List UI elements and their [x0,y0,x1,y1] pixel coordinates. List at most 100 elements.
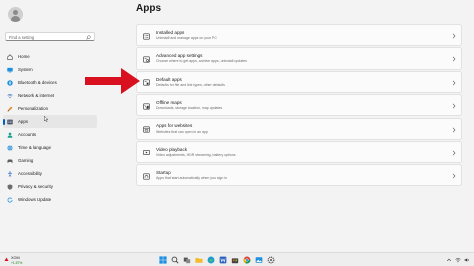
chrome-icon[interactable] [242,256,251,265]
chevron-right-icon [452,173,456,179]
sidebar-item-label: Accessibility [18,171,42,176]
installed-apps-icon [143,33,150,40]
wifi-icon[interactable] [455,257,461,263]
sidebar-item-label: Bluetooth & devices [18,80,57,85]
sidebar-item-apps[interactable]: Apps [3,115,97,128]
chevron-right-icon [452,150,456,156]
card-description: Video adjustments, HDR streaming, batter… [156,152,236,157]
search-placeholder: Find a setting [9,35,35,40]
settings-icon[interactable] [266,256,275,265]
bluetooth-icon [7,79,13,86]
card-description: Uninstall and manage apps on your PC [156,36,217,40]
card-installed-apps[interactable]: Installed apps Uninstall and manage apps… [136,24,462,47]
system-icon [7,67,13,73]
apps-for-websites-icon [143,126,150,133]
search-icon [86,35,91,40]
card-apps-for-websites[interactable]: Apps for websites Websites that can open… [136,117,462,140]
file-explorer-icon[interactable] [194,256,203,265]
card-video-playback[interactable]: Video playback Video adjustments, HDR st… [136,140,462,164]
card-title: Apps for websites [156,123,193,129]
edge-icon[interactable] [206,256,215,265]
sidebar-item-label: Apps [18,119,29,124]
sidebar-item-label: Privacy & security [18,184,53,189]
sidebar-item-label: Home [18,54,30,59]
offline-maps-icon [143,103,150,110]
mouse-cursor-icon [44,116,49,122]
page-title: Apps [136,3,161,14]
card-description: Websites that can open in an app [156,129,208,134]
start-icon[interactable] [158,256,167,265]
gaming-icon [7,158,13,164]
card-advanced-app-settings[interactable]: Advanced app settings Choose where to ge… [136,47,462,70]
sidebar-item-accessibility[interactable]: Accessibility [3,167,97,180]
network-icon [7,93,13,99]
word-icon[interactable] [218,256,227,265]
avatar [8,7,23,22]
sidebar-nav: Home System Bluetooth & devices Network … [3,50,97,206]
photos-icon[interactable] [254,256,263,265]
chevron-right-icon [452,127,456,132]
card-title: Default apps [156,76,182,82]
stock-up-arrow-icon [4,257,9,261]
sidebar-item-label: Gaming [18,158,34,163]
volume-icon[interactable] [464,257,470,263]
accounts-icon [7,132,13,138]
sidebar-item-privacy-security[interactable]: Privacy & security [3,180,97,193]
sidebar-item-network-internet[interactable]: Network & internet [3,89,97,102]
sidebar-item-system[interactable]: System [3,63,97,76]
stock-change: +1.57% [11,260,23,265]
accessibility-icon [7,170,13,177]
apps-icon [7,119,13,125]
brush-icon [7,106,13,112]
sidebar-item-time-language[interactable]: Time & language [3,141,97,154]
sidebar: Find a setting Home System Bluetooth & d… [0,0,100,252]
card-description: Choose where to get apps, archive apps, … [156,59,247,64]
startup-icon [143,173,150,180]
chevron-up-icon[interactable] [446,257,452,263]
user-profile[interactable] [6,5,96,25]
card-title: Startup [156,170,171,176]
chevron-right-icon [452,103,456,109]
update-icon [7,196,13,203]
chevron-right-icon [452,56,456,62]
sidebar-item-personalization[interactable]: Personalization [3,102,97,115]
store-icon[interactable] [230,256,239,265]
sidebar-item-label: Time & language [18,145,52,150]
annotation-arrow-icon [85,68,140,94]
card-title: Advanced app settings [156,53,203,59]
card-title: Installed apps [156,29,185,35]
sidebar-item-gaming[interactable]: Gaming [3,154,97,167]
sidebar-item-accounts[interactable]: Accounts [3,128,97,141]
video-playback-icon [143,149,150,156]
search-icon[interactable] [170,256,179,265]
taskbar: XOM +1.57% [0,252,474,266]
globe-icon [7,144,13,151]
sidebar-item-label: Network & internet [18,93,55,98]
chevron-right-icon [452,33,456,39]
default-apps-icon [143,79,150,86]
sidebar-item-label: Personalization [18,106,49,111]
settings-card-list: Installed apps Uninstall and manage apps… [136,24,462,188]
card-description: Defaults for file and link types, other … [156,82,225,87]
chevron-right-icon [452,80,456,86]
home-icon [7,53,13,60]
card-startup[interactable]: Startup Apps that start automatically wh… [136,164,462,187]
card-default-apps[interactable]: Default apps Defaults for file and link … [136,70,462,93]
search-input[interactable]: Find a setting [5,32,95,41]
sidebar-item-home[interactable]: Home [3,50,97,63]
task-view-icon[interactable] [182,256,191,265]
sidebar-item-windows-update[interactable]: Windows Update [3,193,97,206]
sidebar-item-label: Windows Update [18,197,52,202]
shield-icon [7,183,13,190]
card-description: Apps that start automatically when you s… [156,176,228,181]
card-title: Video playback [156,146,188,152]
advanced-app-settings-icon [143,56,150,63]
system-tray [446,256,470,265]
stock-widget[interactable]: XOM +1.57% [4,255,44,265]
card-offline-maps[interactable]: Offline maps Downloads, storage location… [136,94,462,117]
sidebar-item-bluetooth-devices[interactable]: Bluetooth & devices [3,76,97,89]
taskbar-pinned-apps [158,256,275,265]
sidebar-item-label: Accounts [18,132,37,137]
sidebar-item-label: System [18,67,33,72]
card-title: Offline maps [156,99,182,105]
